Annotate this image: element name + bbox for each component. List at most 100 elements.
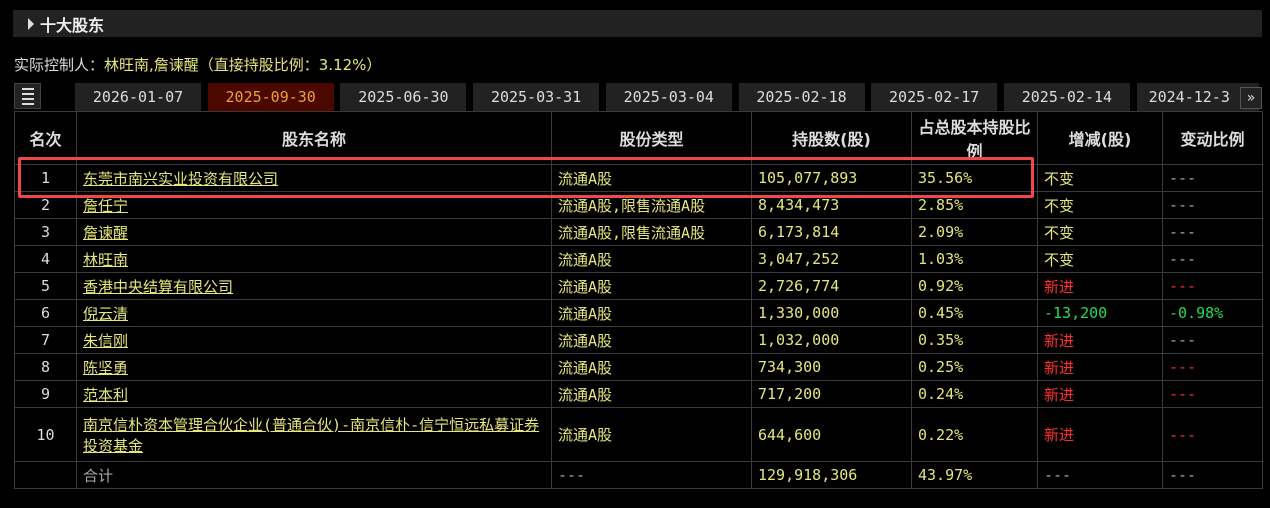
change-pct-cell: --- <box>1162 218 1263 246</box>
shareholder-link[interactable]: 东莞市南兴实业投资有限公司 <box>83 170 278 188</box>
shares-cell: 3,047,252 <box>751 245 912 273</box>
name-cell: 朱信刚 <box>76 326 552 354</box>
type-cell: 流通A股 <box>551 380 752 408</box>
rank-cell: 5 <box>14 272 77 300</box>
name-cell: 陈坚勇 <box>76 353 552 381</box>
shares-cell: 2,726,774 <box>751 272 912 300</box>
percent-cell: 35.56% <box>911 164 1038 192</box>
name-cell: 詹谏醒 <box>76 218 552 246</box>
change-pct-cell: --- <box>1162 245 1263 273</box>
rank-cell: 6 <box>14 299 77 327</box>
shares-cell: 734,300 <box>751 353 912 381</box>
rank-cell: 8 <box>14 353 77 381</box>
tab-date[interactable]: 2025-06-30 <box>340 83 467 111</box>
table-row: 1 东莞市南兴实业投资有限公司 流通A股 105,077,893 35.56% 不变 --- <box>14 164 1263 192</box>
shares-cell: 6,173,814 <box>751 218 912 246</box>
table-row: 9 范本利 流通A股 717,200 0.24% 新进 --- <box>14 380 1263 408</box>
total-change: --- <box>1037 461 1163 489</box>
shareholder-link[interactable]: 陈坚勇 <box>83 359 128 377</box>
more-tabs-button[interactable]: » <box>1240 87 1262 109</box>
rank-cell: 1 <box>14 164 77 192</box>
tab-date[interactable]: 2025-02-18 <box>738 83 865 111</box>
rank-cell: 3 <box>14 218 77 246</box>
change-cell: 不变 <box>1037 164 1163 192</box>
column-header: 占总股本持股比例 <box>911 111 1038 165</box>
shareholder-link[interactable]: 香港中央结算有限公司 <box>83 278 233 296</box>
percent-cell: 0.22% <box>911 407 1038 462</box>
type-cell: 流通A股 <box>551 326 752 354</box>
percent-cell: 0.92% <box>911 272 1038 300</box>
table-row: 5 香港中央结算有限公司 流通A股 2,726,774 0.92% 新进 --- <box>14 272 1263 300</box>
tab-date[interactable]: 2025-03-31 <box>473 83 600 111</box>
tab-date[interactable]: 2025-02-14 <box>1003 83 1130 111</box>
top-shareholders-table: 名次 股东名称 股份类型 持股数(股) 占总股本持股比例 增减(股) 变动比例 1 东莞市南兴… <box>14 111 1263 489</box>
actual-controller: 实际控制人：林旺南,詹谏醒（直接持股比例：3.12%） <box>14 54 381 75</box>
change-cell: 不变 <box>1037 218 1163 246</box>
tab-date[interactable]: 2025-03-04 <box>605 83 732 111</box>
percent-cell: 0.24% <box>911 380 1038 408</box>
shares-cell: 8,434,473 <box>751 191 912 219</box>
percent-cell: 0.25% <box>911 353 1038 381</box>
percent-cell: 1.03% <box>911 245 1038 273</box>
rank-cell: 7 <box>14 326 77 354</box>
total-shares: 129,918,306 <box>751 461 912 489</box>
type-cell: 流通A股,限售流通A股 <box>551 218 752 246</box>
column-header: 股份类型 <box>551 111 752 165</box>
rank-cell: 2 <box>14 191 77 219</box>
name-cell: 范本利 <box>76 380 552 408</box>
change-pct-cell: --- <box>1162 272 1263 300</box>
shareholder-link[interactable]: 朱信刚 <box>83 332 128 350</box>
column-header: 增减(股) <box>1037 111 1163 165</box>
type-cell: 流通A股 <box>551 299 752 327</box>
shareholder-link[interactable]: 范本利 <box>83 386 128 404</box>
table-row: 4 林旺南 流通A股 3,047,252 1.03% 不变 --- <box>14 245 1263 273</box>
name-cell: 东莞市南兴实业投资有限公司 <box>76 164 552 192</box>
shareholder-link[interactable]: 詹任宁 <box>83 197 128 215</box>
table-row: 7 朱信刚 流通A股 1,032,000 0.35% 新进 --- <box>14 326 1263 354</box>
type-cell: 流通A股 <box>551 407 752 462</box>
percent-cell: 0.45% <box>911 299 1038 327</box>
type-cell: 流通A股 <box>551 245 752 273</box>
shares-cell: 1,032,000 <box>751 326 912 354</box>
shareholder-link[interactable]: 南京信朴资本管理合伙企业(普通合伙)-南京信朴-信宁恒远私募证券投资基金 <box>83 416 539 455</box>
name-cell: 詹任宁 <box>76 191 552 219</box>
controller-value: 林旺南,詹谏醒（直接持股比例：3.12%） <box>104 56 382 74</box>
name-cell: 林旺南 <box>76 245 552 273</box>
column-header: 持股数(股) <box>751 111 912 165</box>
table-row: 2 詹任宁 流通A股,限售流通A股 8,434,473 2.85% 不变 --- <box>14 191 1263 219</box>
total-change-pct: --- <box>1162 461 1263 489</box>
expand-triangle-icon <box>28 17 34 30</box>
section-header[interactable]: 十大股东 <box>13 10 1262 37</box>
change-cell: 新进 <box>1037 353 1163 381</box>
total-label: 合计 <box>76 461 552 489</box>
list-menu-icon[interactable] <box>14 83 41 109</box>
table-row: 8 陈坚勇 流通A股 734,300 0.25% 新进 --- <box>14 353 1263 381</box>
change-cell: 新进 <box>1037 407 1163 462</box>
shareholder-link[interactable]: 詹谏醒 <box>83 224 128 242</box>
percent-cell: 2.85% <box>911 191 1038 219</box>
total-percent: 43.97% <box>911 461 1038 489</box>
type-cell: 流通A股 <box>551 272 752 300</box>
tab-date[interactable]: 2025-09-30 <box>207 83 334 111</box>
total-row: 合计 --- 129,918,306 43.97% --- --- <box>14 461 1263 489</box>
change-pct-cell: --- <box>1162 380 1263 408</box>
name-cell: 倪云清 <box>76 299 552 327</box>
change-cell: 不变 <box>1037 191 1163 219</box>
rank-cell: 9 <box>14 380 77 408</box>
name-cell: 香港中央结算有限公司 <box>76 272 552 300</box>
percent-cell: 0.35% <box>911 326 1038 354</box>
empty-cell <box>14 461 77 489</box>
change-pct-cell: --- <box>1162 353 1263 381</box>
change-cell: 新进 <box>1037 272 1163 300</box>
change-pct-cell: -0.98% <box>1162 299 1263 327</box>
change-pct-cell: --- <box>1162 407 1263 462</box>
rank-cell: 4 <box>14 245 77 273</box>
section-title: 十大股东 <box>40 15 105 35</box>
tab-date[interactable]: 2026-01-07 <box>75 83 201 111</box>
shareholder-link[interactable]: 倪云清 <box>83 305 128 323</box>
change-pct-cell: --- <box>1162 326 1263 354</box>
tab-date[interactable]: 2025-02-17 <box>871 83 998 111</box>
shareholder-link[interactable]: 林旺南 <box>83 251 128 269</box>
type-cell: 流通A股,限售流通A股 <box>551 191 752 219</box>
table-row: 10 南京信朴资本管理合伙企业(普通合伙)-南京信朴-信宁恒远私募证券投资基金 流通… <box>14 407 1263 462</box>
